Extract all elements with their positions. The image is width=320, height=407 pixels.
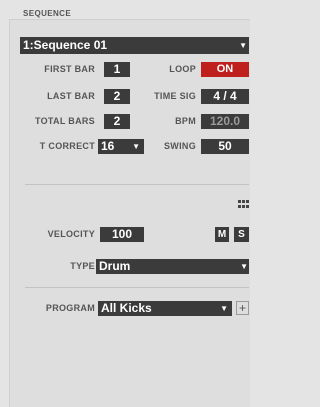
loop-label: LOOP: [169, 64, 196, 74]
sequence-panel-window: { "section": { "title": "SEQUENCE" }, "s…: [0, 0, 250, 407]
first-bar-field[interactable]: 1: [104, 62, 130, 77]
solo-button[interactable]: S: [234, 227, 249, 242]
last-bar-label: LAST BAR: [47, 91, 95, 101]
t-correct-label: T CORRECT: [39, 141, 95, 151]
last-bar-field[interactable]: 2: [104, 89, 130, 104]
bpm-field[interactable]: 120.0: [201, 114, 249, 129]
time-sig-field[interactable]: 4 / 4: [201, 89, 249, 104]
t-correct-value: 16: [101, 139, 115, 153]
t-correct-select[interactable]: 16 ▼: [98, 139, 144, 154]
type-value: Drum: [99, 259, 131, 273]
grid-icon[interactable]: [238, 200, 249, 209]
velocity-field[interactable]: 100: [100, 227, 144, 242]
divider: [25, 287, 249, 288]
type-select[interactable]: Drum ▼: [96, 259, 249, 274]
add-program-button[interactable]: +: [236, 301, 249, 315]
mute-button[interactable]: M: [215, 227, 229, 242]
velocity-label: VELOCITY: [47, 229, 95, 239]
chevron-down-icon: ▼: [240, 262, 248, 271]
loop-toggle[interactable]: ON: [201, 62, 249, 77]
total-bars-label: TOTAL BARS: [34, 116, 95, 126]
section-title: SEQUENCE: [23, 9, 72, 18]
first-bar-label: FIRST BAR: [44, 64, 95, 74]
bpm-label: BPM: [175, 116, 196, 126]
program-select[interactable]: All Kicks ▼: [98, 301, 232, 316]
program-label: PROGRAM: [45, 303, 95, 313]
chevron-down-icon: ▼: [220, 304, 228, 313]
chevron-down-icon: ▼: [239, 41, 247, 50]
program-value: All Kicks: [101, 301, 152, 315]
swing-field[interactable]: 50: [201, 139, 249, 154]
divider: [25, 184, 249, 185]
sequence-select-value: 1:Sequence 01: [23, 38, 108, 52]
chevron-down-icon: ▼: [132, 142, 140, 151]
swing-label: SWING: [164, 141, 196, 151]
total-bars-field[interactable]: 2: [104, 114, 130, 129]
type-label: TYPE: [70, 261, 95, 271]
sequence-panel: [9, 19, 250, 407]
time-sig-label: TIME SIG: [154, 91, 196, 101]
sequence-select[interactable]: 1:Sequence 01 ▼: [20, 37, 249, 54]
